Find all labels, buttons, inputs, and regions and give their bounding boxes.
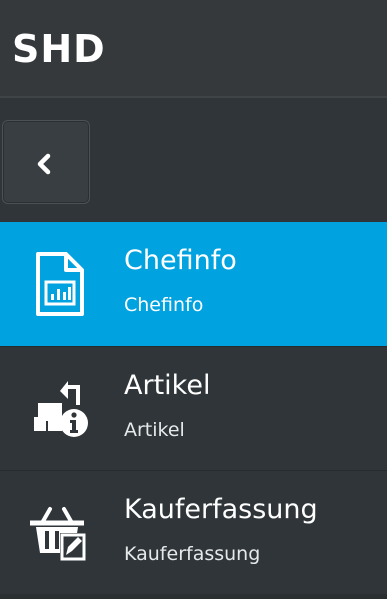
article-info-icon [34, 381, 88, 437]
sidebar-header: SHD [0, 0, 387, 98]
nav-item-artikel[interactable]: Artikel Artikel [0, 346, 387, 470]
nav-item-label: Artikel [124, 370, 211, 401]
nav-item-kauferfassung[interactable]: Kauferfassung Kauferfassung [0, 470, 387, 594]
nav-item-label: Chefinfo [124, 245, 237, 276]
nav-item-label: Kauferfassung [124, 494, 318, 525]
nav-item-sublabel: Artikel [124, 419, 185, 441]
brand-logo-text[interactable]: SHD [12, 26, 106, 72]
collapse-sidebar-button[interactable] [2, 120, 90, 204]
nav-item-chefinfo[interactable]: Chefinfo Chefinfo [0, 222, 387, 346]
report-chart-icon [36, 252, 84, 316]
sidebar: SHD Chefinfo Chefinfo Artikel Artikel Ka… [0, 0, 387, 599]
divider [0, 594, 387, 599]
purchase-entry-icon [30, 507, 86, 561]
chevron-left-icon [37, 153, 51, 175]
nav-item-sublabel: Chefinfo [124, 294, 204, 316]
sidebar-toolbar [0, 98, 387, 222]
nav-item-sublabel: Kauferfassung [124, 543, 261, 565]
